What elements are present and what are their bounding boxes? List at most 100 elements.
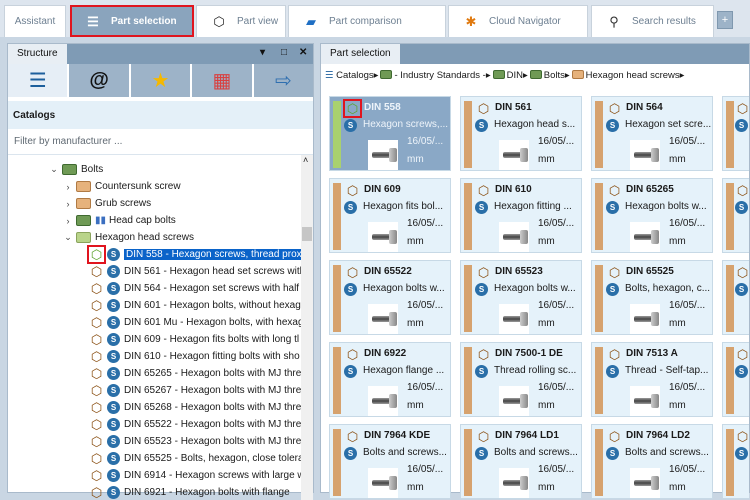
part-card-partial[interactable]: ⬡ S: [722, 178, 749, 253]
part-card[interactable]: ⬡ DIN 65525 S Bolts, hexagon, c... 16/05/...…: [591, 260, 713, 335]
standard-badge-icon: S: [344, 201, 357, 214]
chevron-down-icon[interactable]: ⌄: [63, 232, 73, 243]
part-card[interactable]: ⬡ DIN 65522 S Hexagon bolts w... 16/05/... mm: [329, 260, 451, 335]
bolt-thumbnail: [368, 304, 398, 334]
standard-badge-icon: S: [107, 384, 120, 397]
tree-item-part[interactable]: ⬡ S DIN 65522 - Hexagon bolts with MJ thre…: [89, 416, 307, 433]
part-card[interactable]: ⬡ DIN 7964 LD1 S Bolts and screws... 16/05/.…: [460, 424, 582, 499]
tree-item-part[interactable]: ⬡ S DIN 65268 - Hexagon bolts with MJ thre…: [89, 399, 307, 416]
tree-item-part[interactable]: ⬡ S DIN 558 - Hexagon screws, thread proxi…: [87, 245, 310, 264]
close-icon[interactable]: ✕: [299, 47, 307, 58]
tree-scrollbar[interactable]: ˄: [301, 155, 313, 500]
tab-part-selection[interactable]: ☰ Part selection: [70, 5, 194, 37]
tree-item-part[interactable]: ⬡ S DIN 609 - Hexagon fits bolts with long…: [89, 331, 299, 348]
standard-badge-icon: S: [107, 316, 120, 329]
part-card[interactable]: ⬡ DIN 6922 S Hexagon flange ... 16/05/... mm: [329, 342, 451, 417]
part-card[interactable]: ⬡ DIN 7513 A S Thread - Self-tap... 16/05/..…: [591, 342, 713, 417]
tab-search-results[interactable]: ⚲ Search results: [591, 5, 714, 37]
card-unit: mm: [407, 482, 424, 493]
tab-part-view[interactable]: ⬡ Part view: [196, 5, 286, 37]
tree-item-part[interactable]: ⬡ S DIN 601 - Hexagon bolts, without hexag: [89, 297, 301, 314]
tree-item-part[interactable]: ⬡ S DIN 564 - Hexagon set screws with half…: [89, 280, 308, 297]
part-card[interactable]: ⬡ DIN 7964 LD2 S Bolts and screws... 16/05/.…: [591, 424, 713, 499]
part-card-partial[interactable]: ⬡ S: [722, 342, 749, 417]
part-card[interactable]: ⬡ DIN 609 S Hexagon fits bol... 16/05/... mm: [329, 178, 451, 253]
part-card[interactable]: ⬡ DIN 65265 S Hexagon bolts w... 16/05/... mm: [591, 178, 713, 253]
card-date: 16/05/...: [669, 218, 706, 229]
tree-item-part[interactable]: ⬡ S DIN 601 Mu - Hexagon bolts, with hexag: [89, 314, 304, 331]
dropdown-icon[interactable]: ▾: [260, 47, 265, 58]
breadcrumb-bolts[interactable]: Bolts▸: [529, 70, 570, 81]
catalog-tree: ⌄ Bolts › Countersunk screw › Grub screws ›…: [8, 155, 313, 500]
tree-node-folder[interactable]: › Countersunk screw: [63, 178, 181, 195]
tree-node-folder[interactable]: ⌄ Hexagon head screws: [63, 229, 194, 246]
part-card-partial[interactable]: ⬡ S: [722, 96, 749, 171]
part-card[interactable]: ⬡ DIN 558 S Hexagon screws,... 16/05/... mm: [329, 96, 451, 171]
bolt-thumbnail: [630, 386, 660, 416]
tab-part-comparison[interactable]: ▰ Part comparison: [288, 5, 446, 37]
tab-label: Part selection: [111, 16, 177, 27]
chevron-right-icon[interactable]: ›: [63, 216, 73, 226]
network-icon: ✱: [465, 13, 477, 29]
breadcrumb-hexagon-head-screws[interactable]: Hexagon head screws▸: [571, 70, 684, 81]
card-title: DIN 65522: [364, 266, 412, 277]
tree-item-part[interactable]: ⬡ S DIN 561 - Hexagon head set screws with: [89, 263, 305, 280]
part-cube-icon: ⬡: [346, 264, 359, 280]
tree-label: DIN 65267 - Hexagon bolts with MJ threa: [124, 385, 307, 396]
breadcrumb-industry-standards[interactable]: - Industry Standards -▸: [380, 70, 491, 81]
part-cube-icon: ⬡: [90, 263, 103, 279]
part-card[interactable]: ⬡ DIN 610 S Hexagon fitting ... 16/05/... mm: [460, 178, 582, 253]
card-title: DIN 7964 KDE: [364, 430, 431, 441]
chevron-down-icon[interactable]: ⌄: [49, 164, 59, 175]
tree-item-part[interactable]: ⬡ S DIN 65523 - Hexagon bolts with MJ thre…: [89, 433, 307, 450]
tree-node-folder[interactable]: › ▮▮ Head cap bolts: [63, 212, 176, 229]
part-cube-icon: ⬡: [477, 428, 490, 444]
tab-cloud-navigator[interactable]: ✱ Cloud Navigator: [448, 5, 588, 37]
tree-item-part[interactable]: ⬡ S DIN 6921 - Hexagon bolts with flange: [89, 484, 290, 500]
part-card[interactable]: ⬡ DIN 7964 KDE S Bolts and screws... 16/05/.…: [329, 424, 451, 499]
part-cube-icon: ⬡: [90, 348, 103, 364]
chevron-right-icon[interactable]: ›: [63, 199, 73, 209]
calendar-button[interactable]: ▦: [192, 64, 252, 97]
card-date: 16/05/...: [669, 136, 706, 147]
status-bar: [595, 265, 603, 332]
bolt-thumbnail: [630, 468, 660, 498]
part-card-partial[interactable]: ⬡ S: [722, 424, 749, 499]
part-card-partial[interactable]: ⬡ S: [722, 260, 749, 335]
catalog-stack-button[interactable]: ☰: [8, 64, 68, 97]
tree-item-part[interactable]: ⬡ S DIN 65267 - Hexagon bolts with MJ thre…: [89, 382, 307, 399]
export-button[interactable]: ⇨: [253, 64, 314, 97]
maximize-icon[interactable]: □: [281, 47, 287, 58]
filter-input[interactable]: Filter by manufacturer ...: [8, 129, 313, 155]
tab-assistant[interactable]: Assistant: [4, 5, 66, 37]
tab-structure[interactable]: Structure: [8, 44, 67, 64]
status-bar: [726, 183, 734, 250]
scroll-up-icon[interactable]: ˄: [303, 155, 308, 165]
folder-icon: [571, 70, 584, 80]
scrollbar-thumb[interactable]: [302, 227, 312, 241]
part-card[interactable]: ⬡ DIN 65523 S Hexagon bolts w... 16/05/... mm: [460, 260, 582, 335]
tree-item-part[interactable]: ⬡ S DIN 65525 - Bolts, hexagon, close tole…: [89, 450, 309, 467]
tab-part-selection-panel[interactable]: Part selection: [321, 44, 400, 64]
part-cube-icon: ⬡: [90, 280, 103, 296]
tree-item-part[interactable]: ⬡ S DIN 65265 - Hexagon bolts with MJ thre…: [89, 365, 307, 382]
part-cube-icon: ⬡: [90, 314, 103, 330]
standard-badge-icon: S: [107, 333, 120, 346]
standard-badge-icon: S: [606, 201, 619, 214]
favorites-button[interactable]: ★: [130, 64, 191, 97]
breadcrumb-din[interactable]: DIN▸: [492, 70, 528, 81]
tree-item-part[interactable]: ⬡ S DIN 610 - Hexagon fitting bolts with s…: [89, 348, 300, 365]
at-button[interactable]: @: [69, 64, 129, 97]
tree-node-folder[interactable]: › Grub screws: [63, 195, 151, 212]
tree-item-part[interactable]: ⬡ S DIN 6914 - Hexagon screws with large w: [89, 467, 305, 484]
chevron-right-icon[interactable]: ›: [63, 182, 73, 192]
tree-node-bolts[interactable]: ⌄ Bolts: [49, 161, 103, 178]
add-tab-button[interactable]: +: [717, 11, 733, 29]
card-unit: mm: [538, 400, 555, 411]
part-card[interactable]: ⬡ DIN 561 S Hexagon head s... 16/05/... mm: [460, 96, 582, 171]
card-description: Bolts and screws...: [363, 447, 447, 458]
part-card[interactable]: ⬡ DIN 7500-1 DE S Thread rolling sc... 16/05…: [460, 342, 582, 417]
part-cube-icon: ⬡: [477, 264, 490, 280]
breadcrumb-catalogs[interactable]: ☰ Catalogs▸: [325, 70, 378, 81]
part-card[interactable]: ⬡ DIN 564 S Hexagon set scre... 16/05/... mm: [591, 96, 713, 171]
